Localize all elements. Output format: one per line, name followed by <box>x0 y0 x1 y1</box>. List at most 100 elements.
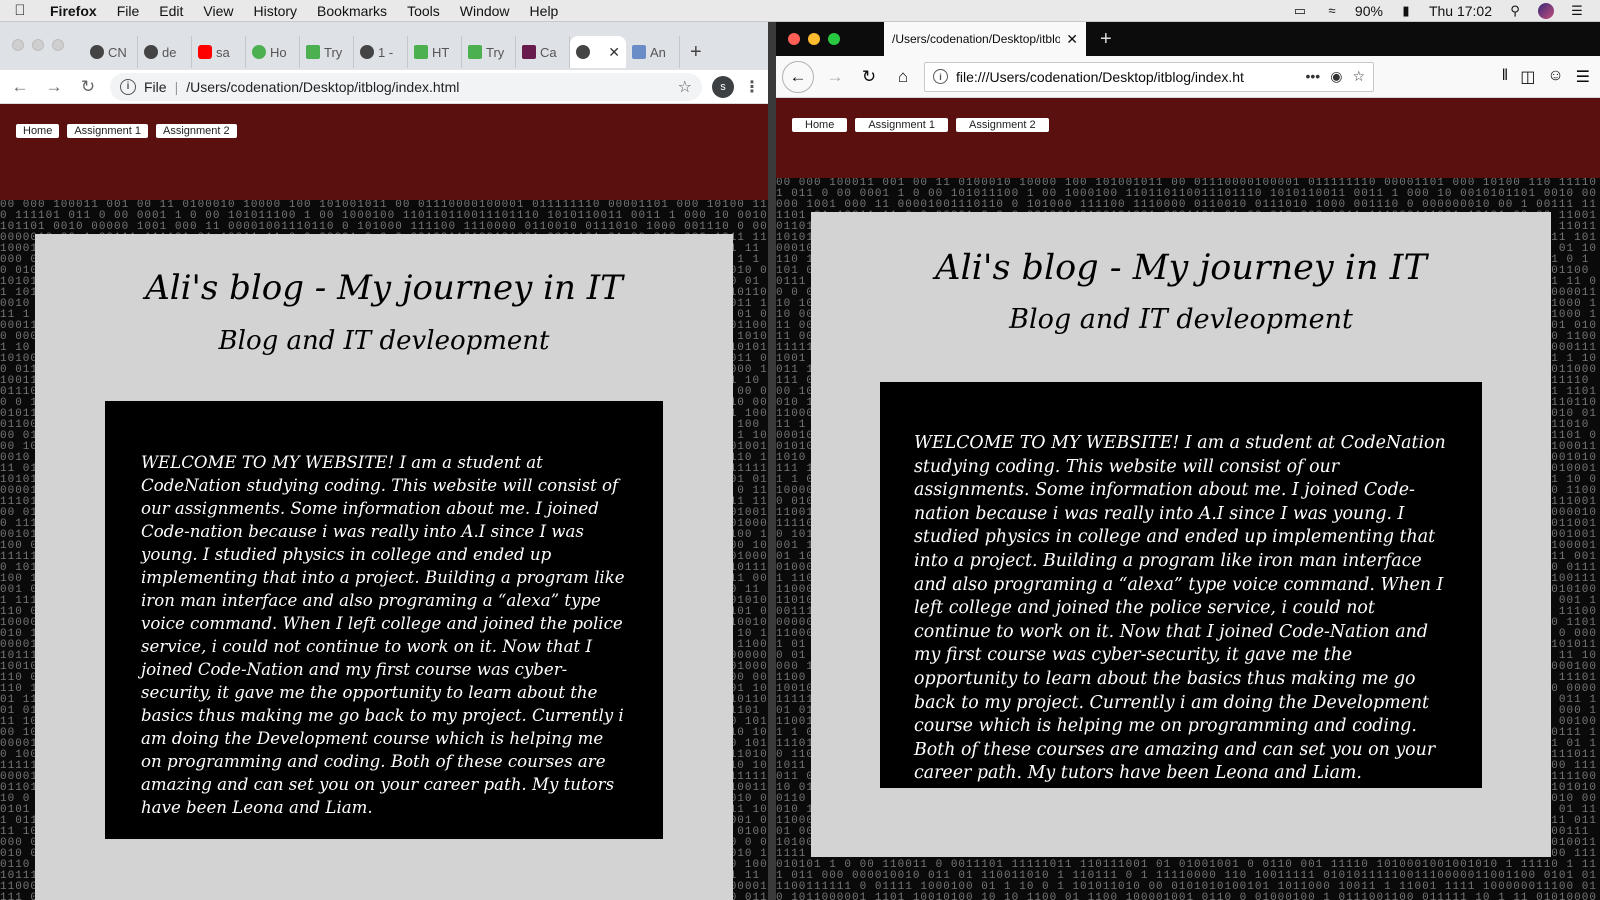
account-icon[interactable]: ☺ <box>1547 67 1563 87</box>
home-icon[interactable]: ⌂ <box>890 64 916 90</box>
bookmark-star-icon[interactable]: ☆ <box>1352 68 1365 85</box>
battery-percent: 90% <box>1354 2 1383 19</box>
tab-label: An <box>650 44 666 60</box>
reload-icon[interactable]: ↻ <box>856 64 882 90</box>
close-tab-icon[interactable]: ✕ <box>608 44 620 61</box>
welcome-text-box: WELCOME TO MY WEBSITE! I am a student at… <box>105 401 663 839</box>
new-tab-button[interactable]: + <box>680 36 712 68</box>
page-subtitle: Blog and IT devleopment <box>218 326 550 356</box>
zoom-window-button[interactable] <box>52 39 64 51</box>
pocket-icon[interactable]: ◉ <box>1330 68 1342 85</box>
back-arrow-icon[interactable]: ← <box>8 75 32 99</box>
chrome-tab[interactable]: 1 - <box>354 36 408 68</box>
spotlight-search-icon[interactable]: ⚲ <box>1506 3 1524 18</box>
close-window-button[interactable] <box>788 33 800 45</box>
chrome-tab[interactable]: sa <box>192 36 246 68</box>
chrome-tab[interactable]: Try <box>462 36 516 68</box>
sidebar-icon[interactable]: ◫ <box>1520 67 1535 87</box>
content-card: Ali's blog - My journey in IT Blog and I… <box>811 212 1551 857</box>
tab-label: Try <box>486 44 505 60</box>
chrome-tab[interactable]: HT <box>408 36 462 68</box>
nav-assignment-2-link[interactable]: Assignment 2 <box>956 118 1049 132</box>
menu-view[interactable]: View <box>193 3 243 19</box>
new-tab-button[interactable]: + <box>1086 28 1126 51</box>
content-card: Ali's blog - My journey in IT Blog and I… <box>35 234 733 900</box>
apple-menu-icon[interactable]:  <box>0 2 40 19</box>
page-subtitle: Blog and IT devleopment <box>1009 304 1353 335</box>
back-arrow-icon[interactable]: ← <box>782 60 814 93</box>
menu-edit[interactable]: Edit <box>149 3 193 19</box>
siri-icon[interactable] <box>1538 2 1554 19</box>
chrome-menu-icon[interactable]: ⋮ <box>744 77 760 97</box>
menu-tools[interactable]: Tools <box>397 3 450 19</box>
chrome-tab[interactable]: CN <box>84 36 138 68</box>
chrome-tab-strip: CN de sa Ho Try 1 - HT Try Ca ✕ An + <box>0 22 768 70</box>
w3-icon <box>306 45 320 59</box>
nav-home-link[interactable]: Home <box>792 118 848 132</box>
profile-avatar[interactable]: s <box>712 75 734 98</box>
nav-assignment-2-link[interactable]: Assignment 2 <box>156 124 237 138</box>
info-icon[interactable]: i <box>933 69 948 84</box>
site-header: Home Assignment 1 Assignment 2 <box>0 104 768 200</box>
menu-history[interactable]: History <box>243 3 307 19</box>
firefox-tab-active[interactable]: /Users/codenation/Desktop/itblog/i ✕ <box>884 22 1086 56</box>
welcome-text-box: WELCOME TO MY WEBSITE! I am a student at… <box>880 382 1482 788</box>
library-icon[interactable]: ‖ <box>1502 67 1509 87</box>
tab-label: Ca <box>540 44 557 60</box>
chrome-tab[interactable]: de <box>138 36 192 68</box>
reload-icon[interactable]: ↻ <box>76 75 100 99</box>
chrome-tab-active[interactable]: ✕ <box>570 36 626 68</box>
forward-arrow-icon[interactable]: → <box>42 75 66 99</box>
nav-home-link[interactable]: Home <box>16 124 60 138</box>
info-icon[interactable]: i <box>120 78 136 95</box>
wifi-icon[interactable]: ≈ <box>1323 3 1341 18</box>
chrome-tab[interactable]: Ca <box>516 36 570 68</box>
menu-window[interactable]: Window <box>450 3 520 19</box>
chrome-tab[interactable]: An <box>626 36 680 68</box>
address-scheme-label: File <box>144 78 167 95</box>
menu-app-name[interactable]: Firefox <box>40 3 107 19</box>
firefox-address-bar[interactable]: i file:///Users/codenation/Desktop/itblo… <box>924 61 1374 92</box>
close-window-button[interactable] <box>12 39 24 51</box>
tab-label: Ho <box>270 44 287 60</box>
menu-bookmarks[interactable]: Bookmarks <box>307 3 397 19</box>
firefox-tab-strip: /Users/codenation/Desktop/itblog/i ✕ + <box>776 22 1600 56</box>
globe-icon <box>360 45 374 59</box>
nav-assignment-1-link[interactable]: Assignment 1 <box>67 124 148 138</box>
address-url: /Users/codenation/Desktop/itblog/index.h… <box>186 78 460 95</box>
tab-label: CN <box>108 44 127 60</box>
battery-icon[interactable]: ▮ <box>1397 3 1415 18</box>
window-controls <box>12 39 64 51</box>
notification-center-icon[interactable]: ☰ <box>1568 3 1586 18</box>
menubar-clock[interactable]: Thu 17:02 <box>1429 3 1492 19</box>
screen-mirroring-icon[interactable]: ▭ <box>1291 3 1309 18</box>
globe-icon <box>576 45 590 59</box>
page-title: Ali's blog - My journey in IT <box>145 268 623 308</box>
firefox-toolbar: ← → ↻ ⌂ i file:///Users/codenation/Deskt… <box>776 56 1600 98</box>
window-controls <box>788 33 840 45</box>
chrome-window: CN de sa Ho Try 1 - HT Try Ca ✕ An + ← →… <box>0 22 768 900</box>
macos-menu-bar:  Firefox File Edit View History Bookmar… <box>0 0 1600 22</box>
menu-help[interactable]: Help <box>520 3 569 19</box>
nav-assignment-1-link[interactable]: Assignment 1 <box>855 118 948 132</box>
left-page-viewport: Home Assignment 1 Assignment 2 00 000 10… <box>0 104 768 900</box>
minimize-window-button[interactable] <box>32 39 44 51</box>
menu-file[interactable]: File <box>107 3 150 19</box>
minimize-window-button[interactable] <box>808 33 820 45</box>
hamburger-menu-icon[interactable]: ☰ <box>1576 67 1590 87</box>
forward-arrow-icon[interactable]: → <box>822 64 848 90</box>
chrome-address-bar[interactable]: i File | /Users/codenation/Desktop/itblo… <box>110 72 702 101</box>
right-page-viewport: Home Assignment 1 Assignment 2 00 000 10… <box>776 98 1600 900</box>
page-actions-icon[interactable]: ••• <box>1306 68 1321 85</box>
zoom-window-button[interactable] <box>828 33 840 45</box>
close-tab-icon[interactable]: ✕ <box>1066 31 1078 48</box>
youtube-icon <box>198 45 212 59</box>
tab-label: Try <box>324 44 343 60</box>
firefox-window: /Users/codenation/Desktop/itblog/i ✕ + ←… <box>776 22 1600 900</box>
bookmark-star-icon[interactable]: ☆ <box>678 77 692 97</box>
chrome-tab[interactable]: Ho <box>246 36 300 68</box>
page-title: Ali's blog - My journey in IT <box>935 248 1427 288</box>
welcome-paragraph: WELCOME TO MY WEBSITE! I am a student at… <box>914 433 1446 784</box>
welcome-paragraph: WELCOME TO MY WEBSITE! I am a student at… <box>141 453 625 817</box>
chrome-tab[interactable]: Try <box>300 36 354 68</box>
